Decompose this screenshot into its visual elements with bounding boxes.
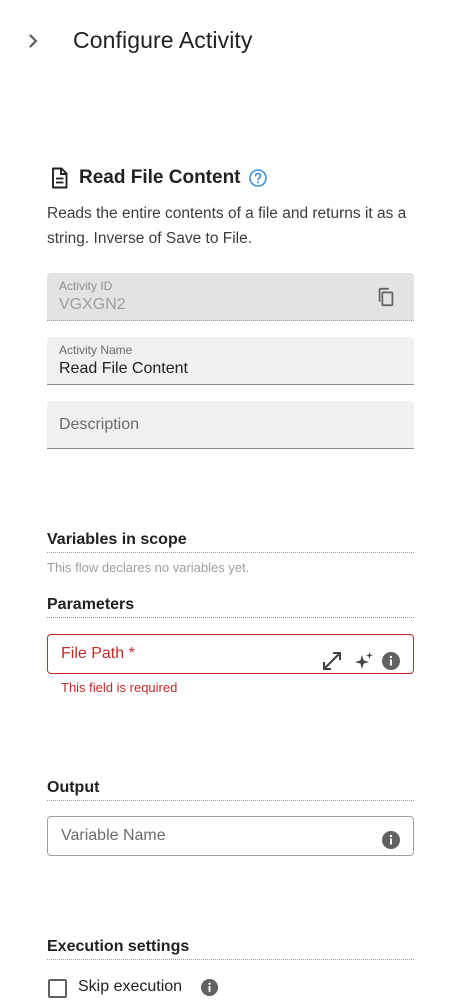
- activity-name-field[interactable]: Activity Name Read File Content: [47, 337, 414, 385]
- file-path-input[interactable]: File Path *: [47, 634, 414, 674]
- sparkle-icon[interactable]: [353, 650, 375, 672]
- file-path-error: This field is required: [61, 680, 178, 695]
- activity-title: Read File Content: [79, 167, 241, 188]
- expand-icon[interactable]: [321, 650, 343, 672]
- variable-name-placeholder: Variable Name: [61, 827, 166, 844]
- parameters-heading: Parameters: [47, 596, 414, 618]
- document-icon: [52, 167, 68, 189]
- description-placeholder: Description: [59, 416, 140, 433]
- skip-execution-label[interactable]: Skip execution: [78, 978, 182, 996]
- page-title: Configure Activity: [73, 27, 253, 53]
- variables-heading: Variables in scope: [47, 531, 414, 553]
- chevron-right-icon[interactable]: [22, 30, 44, 52]
- activity-id-label: Activity ID: [59, 279, 113, 293]
- activity-id-field: Activity ID VGXGN2: [47, 273, 414, 321]
- info-icon[interactable]: [200, 978, 219, 997]
- variable-name-input[interactable]: Variable Name: [47, 816, 414, 856]
- activity-name-label: Activity Name: [59, 343, 133, 357]
- variables-empty-text: This flow declares no variables yet.: [47, 560, 250, 575]
- copy-icon[interactable]: [375, 286, 397, 308]
- execution-heading: Execution settings: [47, 938, 414, 960]
- info-icon[interactable]: [381, 830, 401, 850]
- activity-id-value: VGXGN2: [59, 296, 126, 313]
- activity-description: Reads the entire contents of a file and …: [47, 205, 407, 247]
- description-field[interactable]: Description: [47, 401, 414, 449]
- file-path-label: File Path *: [61, 645, 135, 662]
- activity-name-value[interactable]: Read File Content: [59, 360, 188, 378]
- output-heading: Output: [47, 779, 414, 801]
- info-icon[interactable]: [381, 651, 401, 671]
- help-icon[interactable]: [248, 168, 268, 188]
- skip-execution-checkbox[interactable]: [48, 979, 67, 998]
